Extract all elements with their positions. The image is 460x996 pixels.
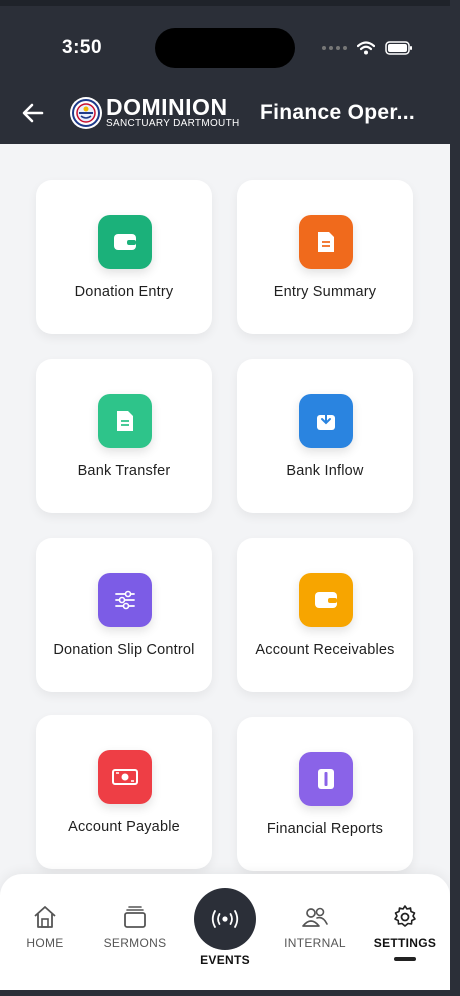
logo-emblem-icon [70, 97, 102, 129]
entry-summary-card[interactable]: Entry Summary [237, 180, 413, 334]
account-receivables-card[interactable]: Account Receivables [237, 538, 413, 692]
banknote-icon [98, 750, 152, 804]
nav-home[interactable]: HOME [0, 904, 90, 950]
wallet-icon [98, 215, 152, 269]
account-payable-card[interactable]: Account Payable [36, 715, 212, 869]
bank-transfer-card[interactable]: Bank Transfer [36, 359, 212, 513]
card-label: Donation Slip Control [53, 642, 195, 658]
signal-icon [322, 46, 347, 50]
nav-events-label: EVENTS [200, 953, 250, 967]
top-edge [0, 0, 450, 6]
donation-slip-control-card[interactable]: Donation Slip Control [36, 538, 212, 692]
book-icon [299, 752, 353, 806]
nav-home-label: HOME [26, 936, 64, 950]
nav-sermons[interactable]: SERMONS [90, 904, 180, 950]
bank-inflow-card[interactable]: Bank Inflow [237, 359, 413, 513]
status-time: 3:50 [62, 37, 103, 58]
logo-title: DOMINION [106, 94, 228, 120]
home-icon [34, 906, 56, 928]
logo-subtitle: SANCTUARY DARTMOUTH [106, 118, 240, 129]
card-label: Bank Inflow [286, 463, 364, 479]
donation-entry-card[interactable]: Donation Entry [36, 180, 212, 334]
church-logo: DOMINION SANCTUARY DARTMOUTH [70, 96, 240, 130]
gear-icon [394, 905, 416, 927]
dynamic-island [155, 28, 295, 68]
nav-settings-label: SETTINGS [373, 936, 437, 950]
finance-menu-grid: Donation Entry Entry Summary Bank Transf… [0, 144, 450, 990]
back-arrow-icon[interactable] [20, 100, 46, 126]
wifi-icon [357, 41, 375, 55]
active-tab-indicator [394, 957, 416, 961]
nav-sermons-label: SERMONS [103, 936, 167, 950]
screen-edge-right [450, 0, 460, 996]
card-label: Entry Summary [273, 284, 377, 300]
users-icon [302, 907, 328, 927]
header-bar: 3:50 DOMINION SANCTUARY DARTMOUTH Financ… [0, 0, 450, 144]
card-label: Donation Entry [74, 284, 174, 300]
nav-internal-label: INTERNAL [284, 936, 346, 950]
page-title: Finance Oper... [260, 101, 416, 124]
battery-icon [385, 41, 412, 55]
nav-internal[interactable]: INTERNAL [270, 904, 360, 950]
card-label: Account Receivables [255, 642, 395, 658]
document-icon [299, 215, 353, 269]
nav-events-button[interactable] [194, 888, 256, 950]
sliders-icon [98, 573, 152, 627]
document-icon [98, 394, 152, 448]
card-label: Account Payable [68, 819, 180, 835]
card-label: Bank Transfer [77, 463, 171, 479]
nav-settings[interactable]: SETTINGS [360, 904, 450, 961]
screen-edge-bottom [0, 990, 460, 996]
broadcast-icon [211, 910, 239, 928]
sermons-icon [124, 906, 146, 928]
financial-reports-card[interactable]: Financial Reports [237, 717, 413, 871]
card-label: Financial Reports [266, 821, 384, 837]
app-screen: 3:50 DOMINION SANCTUARY DARTMOUTH Financ… [0, 0, 450, 990]
status-icons [322, 40, 413, 56]
wallet-icon [299, 573, 353, 627]
download-box-icon [299, 394, 353, 448]
